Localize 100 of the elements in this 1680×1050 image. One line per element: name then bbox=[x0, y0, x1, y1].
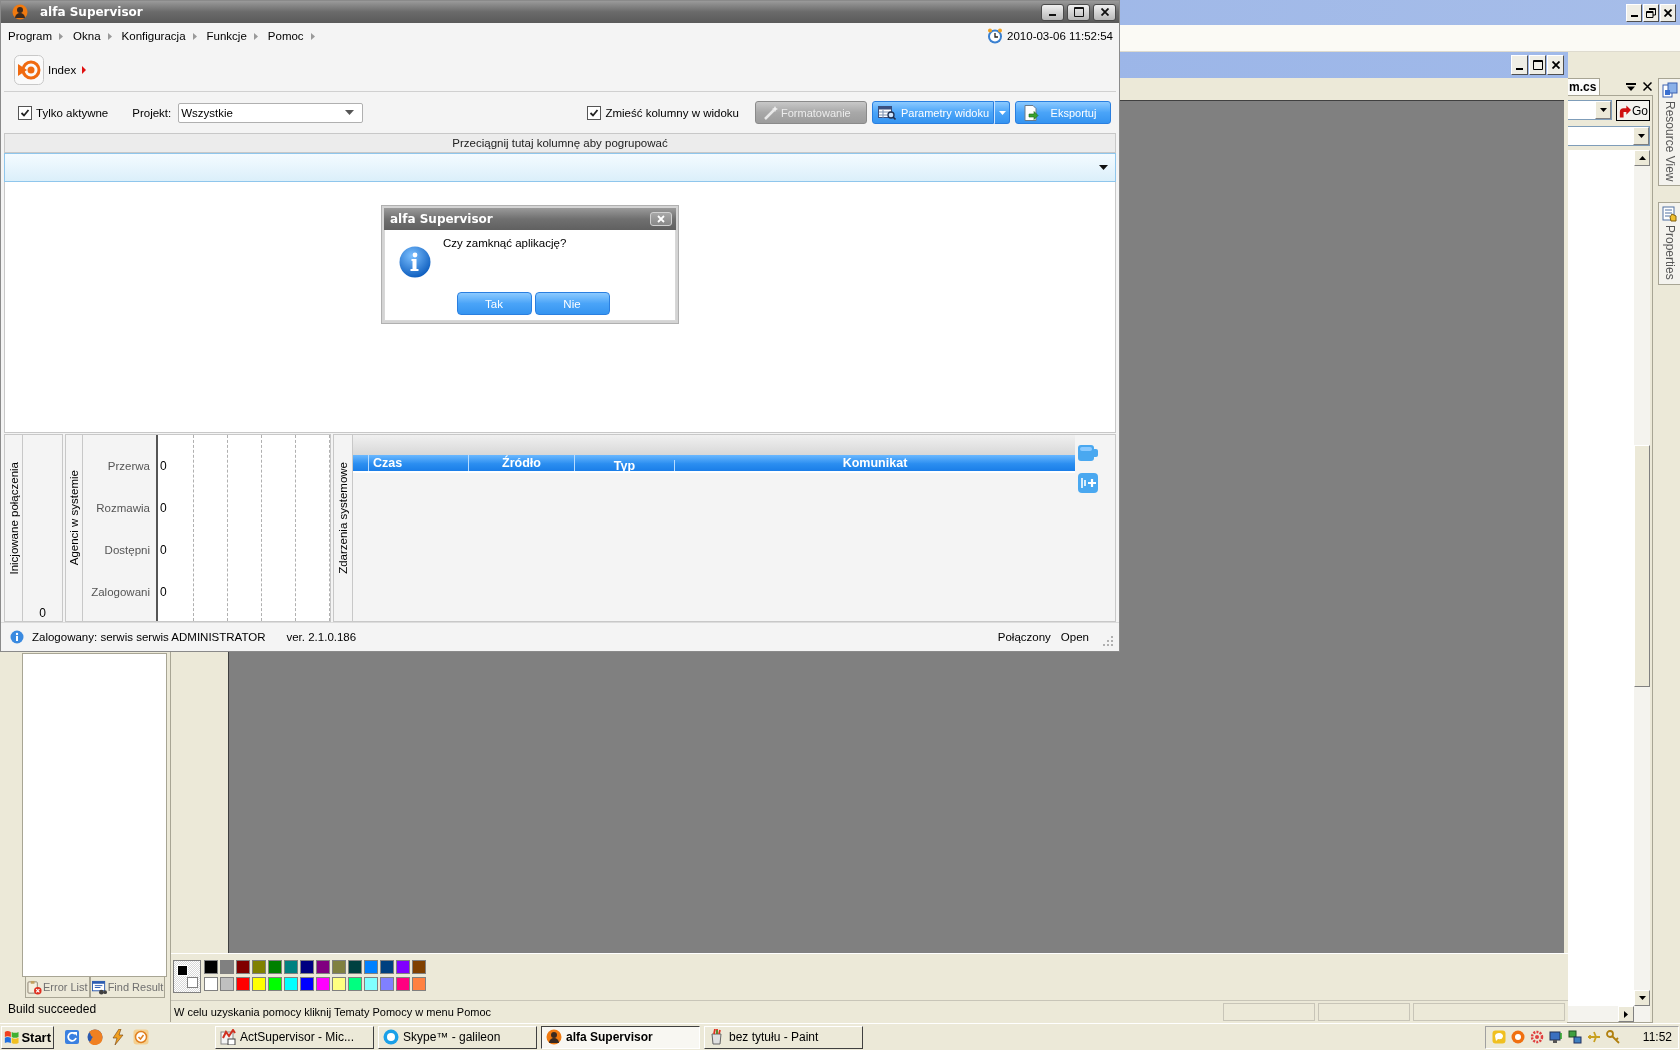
submenu-arrow-icon bbox=[253, 32, 258, 40]
caret-icon[interactable] bbox=[1099, 165, 1108, 170]
scroll-right-button[interactable] bbox=[1618, 1006, 1634, 1022]
color-swatch-icon[interactable] bbox=[364, 977, 378, 991]
ring-icon[interactable] bbox=[1511, 1030, 1525, 1044]
table-search-icon bbox=[878, 105, 896, 120]
color-swatch-icon[interactable] bbox=[316, 960, 330, 974]
restore-button[interactable] bbox=[1643, 3, 1659, 22]
color-swatch-icon[interactable] bbox=[236, 977, 250, 991]
scroll-thumb[interactable] bbox=[1634, 445, 1650, 687]
globe-icon[interactable] bbox=[87, 1029, 103, 1045]
block-icon[interactable] bbox=[1078, 443, 1098, 463]
color-swatch-icon[interactable] bbox=[268, 977, 282, 991]
tab[interactable]: Error List bbox=[25, 977, 90, 998]
wand-icon bbox=[763, 104, 779, 121]
menu-item[interactable]: Program bbox=[8, 30, 53, 42]
checkbox-label: Zmieść kolumny w widoku bbox=[605, 106, 739, 119]
logo-icon[interactable] bbox=[14, 55, 44, 85]
version-text: ver. 2.1.0.186 bbox=[286, 631, 357, 643]
color-swatch-icon[interactable] bbox=[268, 960, 282, 974]
network-icon[interactable] bbox=[1568, 1030, 1582, 1044]
color-swatch-icon[interactable] bbox=[380, 977, 394, 991]
menu-item[interactable]: Funkcje bbox=[206, 30, 247, 42]
go-button[interactable]: Go bbox=[1616, 100, 1650, 121]
submenu-arrow-icon bbox=[310, 32, 315, 40]
document-tab[interactable]: m.cs bbox=[1567, 78, 1601, 95]
flag-icon bbox=[4, 1029, 20, 1045]
arrow-icon[interactable] bbox=[1587, 1030, 1601, 1044]
color-swatch-icon[interactable] bbox=[348, 960, 362, 974]
taskbar-button[interactable]: alfa Supervisor bbox=[541, 1025, 700, 1049]
combo-field[interactable] bbox=[1567, 126, 1650, 146]
start-button[interactable]: Start bbox=[1, 1025, 54, 1049]
color-swatch-icon[interactable] bbox=[332, 960, 346, 974]
color-swatch-icon[interactable] bbox=[300, 960, 314, 974]
lightning-icon[interactable] bbox=[110, 1029, 126, 1045]
color-swatch-icon[interactable] bbox=[204, 960, 218, 974]
color-swatch-icon[interactable] bbox=[187, 977, 198, 988]
clipboard-error-icon bbox=[27, 979, 42, 995]
color-swatch-icon[interactable] bbox=[412, 977, 426, 991]
refresh-tile-icon[interactable] bbox=[64, 1029, 80, 1045]
vertical-scrollbar[interactable] bbox=[1634, 150, 1650, 1006]
color-swatch-icon[interactable] bbox=[252, 960, 266, 974]
taskbar-button[interactable]: Skype™ - galileon bbox=[378, 1025, 537, 1049]
scroll-down-button[interactable] bbox=[1634, 990, 1650, 1006]
close-button[interactable] bbox=[1093, 3, 1116, 21]
restore-icon bbox=[1646, 7, 1656, 18]
color-swatch-icon[interactable] bbox=[300, 977, 314, 991]
minimize-icon bbox=[1516, 68, 1523, 70]
add-icon[interactable] bbox=[1078, 473, 1098, 493]
close-icon[interactable] bbox=[1643, 82, 1653, 91]
submenu-arrow-icon bbox=[59, 32, 64, 40]
color-swatch-icon[interactable] bbox=[284, 960, 298, 974]
color-swatch-icon[interactable] bbox=[364, 960, 378, 974]
color-swatch-icon[interactable] bbox=[380, 960, 394, 974]
horizontal-scrollbar[interactable] bbox=[1567, 1006, 1650, 1022]
breadcrumb-link[interactable]: Index bbox=[48, 64, 77, 76]
dropdown-arrow-icon[interactable] bbox=[1626, 82, 1637, 91]
counter-value: 0 bbox=[39, 606, 46, 620]
color-swatch-icon[interactable] bbox=[412, 960, 426, 974]
project-select[interactable]: Wszystkie bbox=[178, 102, 364, 123]
info-icon bbox=[399, 246, 431, 278]
color-swatch-icon[interactable] bbox=[284, 977, 298, 991]
key-icon[interactable] bbox=[1606, 1030, 1620, 1044]
properties-icon bbox=[1661, 206, 1678, 223]
color-swatch-icon[interactable] bbox=[348, 977, 362, 991]
monitor-icon[interactable] bbox=[1549, 1030, 1563, 1044]
minimize-button[interactable] bbox=[1041, 3, 1064, 21]
checkbox[interactable] bbox=[18, 105, 32, 120]
color-swatch-icon[interactable] bbox=[332, 977, 346, 991]
group-hint: Przeciągnij tutaj kolumnę aby pogrupować bbox=[4, 133, 1116, 153]
color-swatch-icon[interactable] bbox=[220, 977, 234, 991]
caret-icon bbox=[1637, 134, 1645, 138]
color-swatch-icon[interactable] bbox=[396, 960, 410, 974]
resize-grip-icon[interactable] bbox=[1103, 636, 1113, 646]
color-swatch-icon[interactable] bbox=[316, 977, 330, 991]
connection-status: Połączony bbox=[997, 631, 1051, 643]
taskbar-button[interactable]: ActSupervisor - Mic... bbox=[215, 1025, 374, 1049]
menu-item[interactable]: Pomoc bbox=[267, 30, 304, 42]
submenu-arrow-icon bbox=[107, 32, 112, 40]
check-circle-icon[interactable] bbox=[133, 1029, 149, 1045]
caret-icon bbox=[345, 110, 355, 115]
checkbox[interactable] bbox=[587, 105, 602, 120]
menu-item[interactable]: Okna bbox=[73, 30, 101, 42]
chart-icon bbox=[220, 1029, 236, 1045]
color-swatch-icon[interactable] bbox=[396, 977, 410, 991]
combo-field[interactable] bbox=[1567, 100, 1612, 120]
maximize-button[interactable] bbox=[1067, 3, 1090, 21]
tab[interactable]: Find Result bbox=[89, 977, 166, 998]
color-swatch-icon[interactable] bbox=[236, 960, 250, 974]
gear-icon[interactable] bbox=[1530, 1030, 1544, 1044]
side-tab[interactable]: Resource View bbox=[1658, 78, 1680, 187]
color-swatch-icon[interactable] bbox=[220, 960, 234, 974]
taskbar-button[interactable]: bez tytułu - Paint bbox=[704, 1025, 863, 1049]
side-tab[interactable]: Properties bbox=[1658, 202, 1680, 286]
color-swatch-icon[interactable] bbox=[204, 977, 218, 991]
panel-title: Agenci w systemie bbox=[68, 470, 81, 566]
color-swatch-icon[interactable] bbox=[252, 977, 266, 991]
menu-item[interactable]: Konfiguracja bbox=[121, 30, 186, 42]
find-icon bbox=[91, 979, 107, 995]
scroll-up-button[interactable] bbox=[1634, 150, 1650, 166]
